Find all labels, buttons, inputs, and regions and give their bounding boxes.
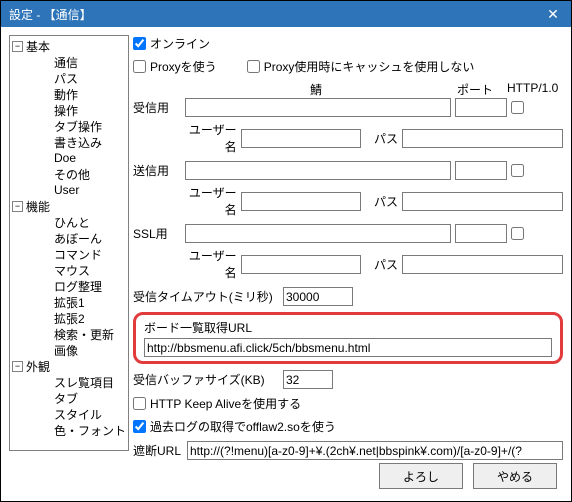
tree-item[interactable]: User	[24, 182, 128, 198]
offlaw-label: 過去ログの取得でofflaw2.soを使う	[150, 418, 336, 435]
buffer-label: 受信バッファサイズ(KB)	[133, 371, 283, 388]
tree-node-appearance[interactable]: − 外観	[10, 358, 128, 374]
collapse-icon[interactable]: −	[12, 361, 23, 372]
send-http10-checkbox[interactable]	[511, 164, 524, 177]
blockurl-label: 遮断URL	[133, 442, 187, 459]
category-tree[interactable]: − 基本 通信 パス 動作 操作 タブ操作 書き込み Doe その他 User	[9, 35, 129, 451]
boardurl-label: ボード一覧取得URL	[144, 321, 252, 335]
timeout-label: 受信タイムアウト(ミリ秒)	[133, 288, 283, 305]
proxy-use-checkbox[interactable]	[133, 60, 146, 73]
col-server-label: 鯖	[185, 81, 447, 98]
proxy-nocache-label: Proxy使用時にキャッシュを使用しない	[264, 58, 475, 75]
tree-item[interactable]: コマンド	[24, 246, 128, 262]
tree-label: 基本	[26, 38, 50, 55]
tree-item[interactable]: パス	[24, 70, 128, 86]
buffer-input[interactable]	[283, 370, 333, 389]
collapse-icon[interactable]: −	[12, 201, 23, 212]
send-server-input[interactable]	[185, 161, 451, 180]
tree-item[interactable]: 書き込み	[24, 134, 128, 150]
tree-label: 外観	[26, 358, 50, 375]
keepalive-checkbox[interactable]	[133, 397, 146, 410]
tree-item[interactable]: 通信	[24, 54, 128, 70]
settings-window: 設定 - 【通信】 ✕ − 基本 通信 パス 動作 操作 タブ操作	[0, 0, 572, 502]
user-label: ユーザー名	[181, 184, 237, 218]
user-label: ユーザー名	[181, 121, 237, 155]
boardurl-highlight: ボード一覧取得URL	[133, 312, 563, 364]
send-pass-input[interactable]	[402, 192, 563, 211]
ssl-server-input[interactable]	[185, 224, 451, 243]
col-http-label: HTTP/1.0	[503, 81, 563, 98]
window-title: 設定 - 【通信】	[9, 6, 92, 23]
tree-item[interactable]: 検索・更新	[24, 326, 128, 342]
tree-item[interactable]: タブ操作	[24, 118, 128, 134]
tree-item[interactable]: 拡張2	[24, 310, 128, 326]
send-label: 送信用	[133, 162, 185, 179]
col-port-label: ポート	[447, 81, 503, 98]
recv-pass-input[interactable]	[402, 129, 563, 148]
tree-node-feature[interactable]: − 機能	[10, 198, 128, 214]
ssl-label: SSL用	[133, 225, 185, 242]
titlebar: 設定 - 【通信】 ✕	[1, 1, 571, 27]
tree-item[interactable]: Doe	[24, 150, 128, 166]
recv-port-input[interactable]	[455, 98, 507, 117]
recv-user-input[interactable]	[241, 129, 361, 148]
ok-button[interactable]: よろし	[379, 463, 463, 489]
ssl-user-input[interactable]	[241, 255, 361, 274]
tree-item[interactable]: 画像	[24, 342, 128, 358]
tree-item[interactable]: スレ覧項目	[24, 374, 128, 390]
tree-item[interactable]: ひんと	[24, 214, 128, 230]
proxy-nocache-checkbox[interactable]	[247, 60, 260, 73]
tree-node-basic[interactable]: − 基本	[10, 38, 128, 54]
tree-item[interactable]: その他	[24, 166, 128, 182]
pass-label: パス	[365, 256, 398, 273]
tree-item[interactable]: 拡張1	[24, 294, 128, 310]
collapse-icon[interactable]: −	[12, 41, 23, 52]
tree-item[interactable]: 色・フォント	[24, 422, 128, 438]
tree-item[interactable]: マウス	[24, 262, 128, 278]
online-label: オンライン	[150, 35, 210, 52]
timeout-input[interactable]	[283, 287, 353, 306]
offlaw-checkbox[interactable]	[133, 420, 146, 433]
recv-http10-checkbox[interactable]	[511, 101, 524, 114]
dialog-buttons: よろし やめる	[1, 455, 571, 501]
blockurl-input[interactable]	[187, 441, 563, 460]
tree-item[interactable]: ログ整理	[24, 278, 128, 294]
tree-item[interactable]: 動作	[24, 86, 128, 102]
tree-item[interactable]: スタイル	[24, 406, 128, 422]
user-label: ユーザー名	[181, 247, 237, 281]
tree-item[interactable]: あぼーん	[24, 230, 128, 246]
tree-item[interactable]: タブ	[24, 390, 128, 406]
tree-item[interactable]: 操作	[24, 102, 128, 118]
recv-label: 受信用	[133, 99, 185, 116]
pass-label: パス	[365, 193, 398, 210]
ssl-http10-checkbox[interactable]	[511, 227, 524, 240]
send-port-input[interactable]	[455, 161, 507, 180]
cancel-button[interactable]: やめる	[473, 463, 557, 489]
boardurl-input[interactable]	[144, 338, 552, 357]
proxy-use-label: Proxyを使う	[150, 58, 217, 75]
settings-panel: オンライン Proxyを使う Proxy使用時にキャッシュを使用しない 鯖 ポー…	[133, 35, 563, 451]
ssl-port-input[interactable]	[455, 224, 507, 243]
pass-label: パス	[365, 130, 398, 147]
close-icon[interactable]: ✕	[543, 4, 563, 24]
ssl-pass-input[interactable]	[402, 255, 563, 274]
recv-server-input[interactable]	[185, 98, 451, 117]
tree-label: 機能	[26, 198, 50, 215]
send-user-input[interactable]	[241, 192, 361, 211]
online-checkbox[interactable]	[133, 37, 146, 50]
keepalive-label: HTTP Keep Aliveを使用する	[150, 395, 301, 412]
